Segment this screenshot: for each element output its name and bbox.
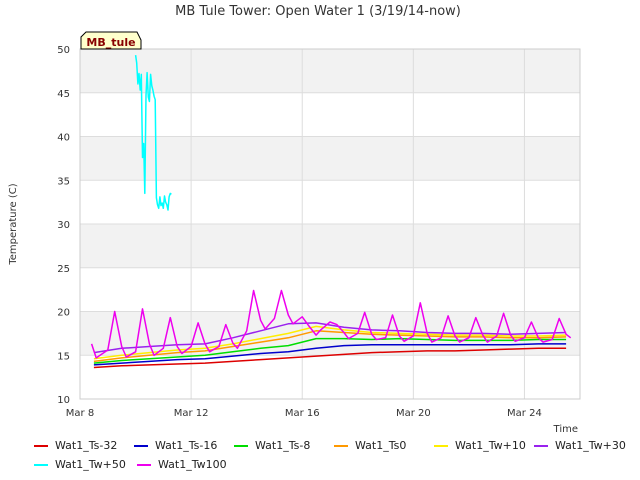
y-tick-label: 40 xyxy=(57,133,70,144)
legend-swatch xyxy=(134,444,148,447)
y-axis-ticks: 10 15 20 25 30 35 40 45 50 xyxy=(57,45,70,406)
legend-label: Wat1_Tw100 xyxy=(158,458,227,471)
legend-swatch xyxy=(34,444,48,447)
legend-swatch xyxy=(137,463,151,466)
x-tick-label: Mar 20 xyxy=(396,408,431,419)
plot-band xyxy=(80,224,580,268)
y-tick-label: 15 xyxy=(57,351,70,362)
legend-row: Wat1_Ts-32 Wat1_Ts-16 Wat1_Ts-8 Wat1_Ts0 Wat… xyxy=(34,436,634,455)
legend-item: Wat1_Ts-16 xyxy=(134,439,234,452)
station-annotation: MB_tule xyxy=(80,31,142,50)
legend-label: Wat1_Tw+30 xyxy=(555,439,626,452)
legend-item: Wat1_Tw+10 xyxy=(434,439,534,452)
legend-swatch xyxy=(434,444,448,447)
y-tick-label: 25 xyxy=(57,264,70,275)
annotation-label: MB_tule xyxy=(86,36,135,49)
legend-label: Wat1_Tw+50 xyxy=(55,458,126,471)
legend-item: Wat1_Ts0 xyxy=(334,439,434,452)
y-tick-label: 10 xyxy=(57,395,70,406)
legend-swatch xyxy=(334,444,348,447)
legend-swatch xyxy=(234,444,248,447)
legend-label: Wat1_Ts-32 xyxy=(55,439,118,452)
y-tick-label: 45 xyxy=(57,89,70,100)
legend-item: Wat1_Ts-32 xyxy=(34,439,134,452)
legend-label: Wat1_Ts-8 xyxy=(255,439,311,452)
legend-label: Wat1_Ts0 xyxy=(355,439,407,452)
y-tick-label: 35 xyxy=(57,176,70,187)
line-chart: 101520253035404550 Mar 8 Mar 12 Mar 16 Mar … xyxy=(8,4,581,435)
chart-title: MB Tule Tower: Open Water 1 (3/19/14-now… xyxy=(175,4,461,19)
legend-item: Wat1_Tw100 xyxy=(137,458,240,471)
plot-band xyxy=(80,180,580,224)
y-tick-label: 30 xyxy=(57,220,70,231)
y-axis-label: Temperature (C) xyxy=(8,183,19,265)
y-tick-label: 50 xyxy=(57,45,70,56)
legend-label: Wat1_Tw+10 xyxy=(455,439,526,452)
x-tick-label: Mar 16 xyxy=(285,408,320,419)
legend-swatch xyxy=(534,444,548,447)
legend-item: Wat1_Tw+50 xyxy=(34,458,137,471)
x-axis-ticks: Mar 8 Mar 12 Mar 16 Mar 20 Mar 24 xyxy=(66,408,542,419)
legend: Wat1_Ts-32 Wat1_Ts-16 Wat1_Ts-8 Wat1_Ts0 Wat… xyxy=(34,436,634,474)
plot-band xyxy=(80,49,580,93)
x-tick-label: Mar 12 xyxy=(174,408,209,419)
legend-item: Wat1_Ts-8 xyxy=(234,439,334,452)
legend-label: Wat1_Ts-16 xyxy=(155,439,218,452)
legend-row: Wat1_Tw+50 Wat1_Tw100 xyxy=(34,455,634,474)
legend-item: Wat1_Tw+30 xyxy=(534,439,634,452)
x-tick-label: Mar 24 xyxy=(507,408,542,419)
plot-band xyxy=(80,267,580,312)
y-tick-label: 20 xyxy=(57,308,70,319)
plot-band xyxy=(80,355,580,399)
x-axis-label: Time xyxy=(553,424,578,435)
x-tick-label: Mar 8 xyxy=(66,408,94,419)
legend-swatch xyxy=(34,463,48,466)
